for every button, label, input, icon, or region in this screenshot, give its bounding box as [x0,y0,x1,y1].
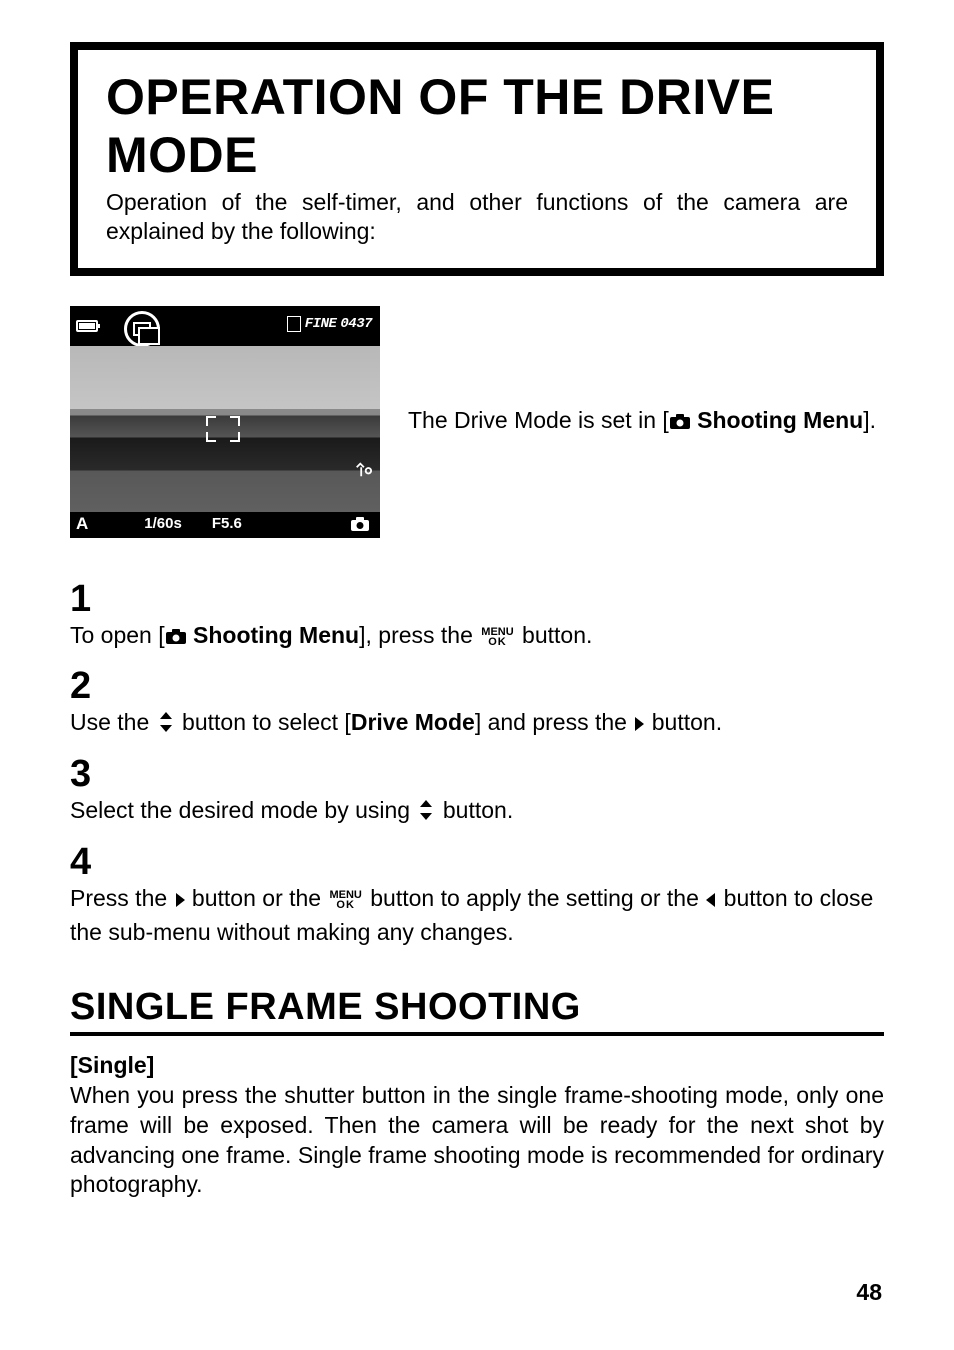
step-number: 2 [70,667,884,705]
left-arrow-icon [705,886,717,917]
intro-paragraph: The Drive Mode is set in [ Shooting Menu… [408,406,876,438]
right-arrow-icon [174,886,186,917]
step-number: 3 [70,755,884,793]
frame-counter: 0437 [340,316,372,332]
step-4-text: Press the button or the MENUOK button to… [70,883,884,948]
capture-icon [350,516,370,532]
step-1-text: To open [ Shooting Menu], press the MENU… [70,620,884,653]
title-box: OPERATION OF THE DRIVE MODE Operation of… [70,42,884,276]
page-title: OPERATION OF THE DRIVE MODE [106,68,848,184]
shutter-speed: 1/60s [144,515,182,532]
menu-ok-icon: MENUOK [327,891,363,911]
camera-icon [165,622,187,653]
page-number: 48 [856,1279,882,1306]
step-3-text: Select the desired mode by using button. [70,795,884,829]
step-number: 1 [70,580,884,618]
live-view-area [70,346,380,512]
right-arrow-icon [633,710,645,741]
section-heading: SINGLE FRAME SHOOTING [70,986,884,1036]
menu-ok-icon: MENUOK [479,628,515,648]
title-subtext: Operation of the self-timer, and other f… [106,188,848,246]
camera-icon [669,408,691,438]
steps-list: 1 To open [ Shooting Menu], press the ME… [70,580,884,948]
exposure-mode: A [76,514,88,534]
up-down-arrow-icon [416,798,436,829]
section-body: When you press the shutter button in the… [70,1081,884,1201]
section-subhead: [Single] [70,1052,884,1079]
storage-icon [287,316,301,332]
step-2-text: Use the button to select [Drive Mode] an… [70,707,884,741]
focus-bracket-icon [206,416,240,442]
up-down-arrow-icon [156,710,176,741]
camera-lcd-screenshot: FINE 0437 A 1/60s F5.6 [70,306,380,538]
drive-mode-badge-icon [124,311,160,347]
step-number: 4 [70,843,884,881]
aperture-value: F5.6 [212,515,242,532]
quality-label: FINE [305,316,337,332]
battery-icon [76,320,98,332]
scene-icon [354,460,372,478]
